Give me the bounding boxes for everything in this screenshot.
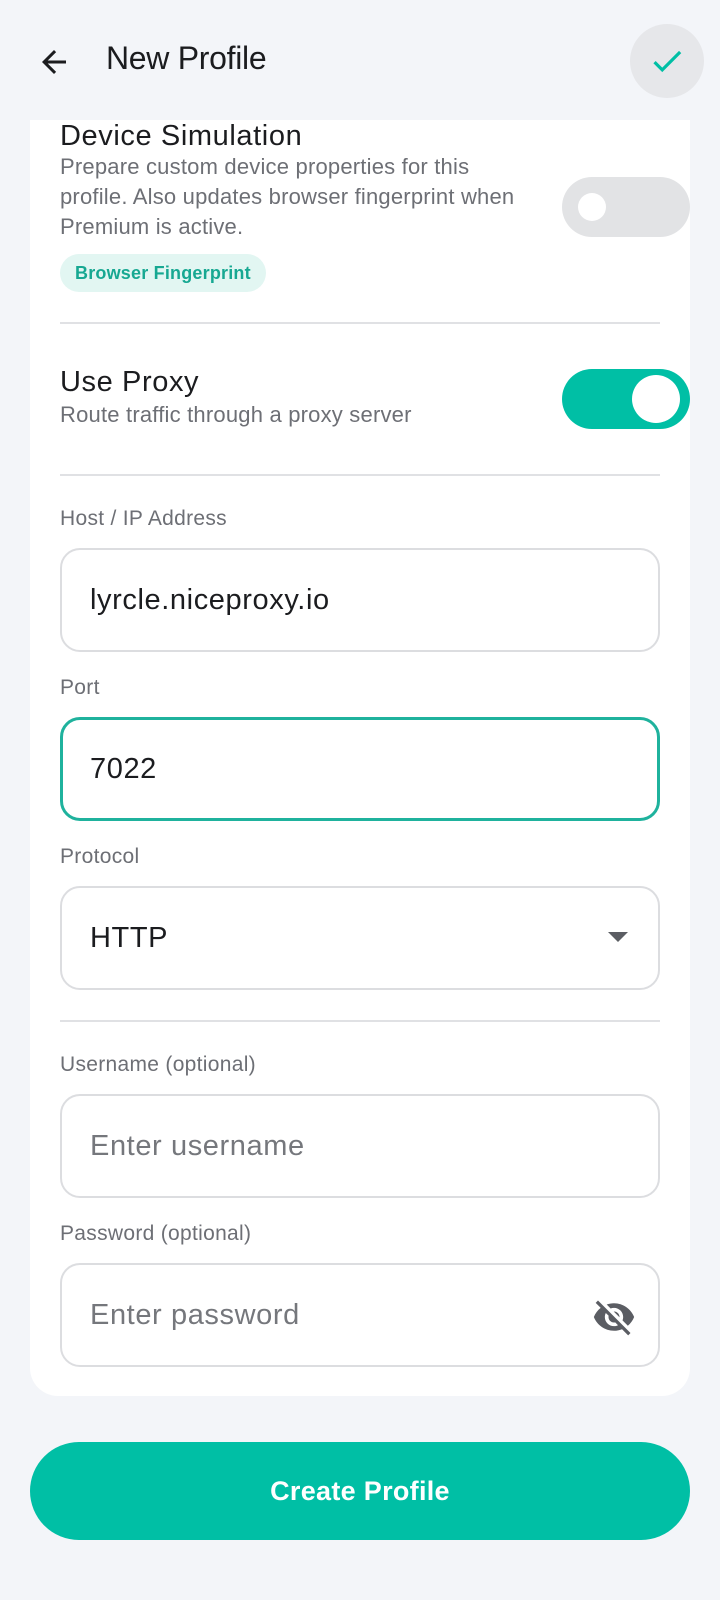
divider <box>60 474 660 476</box>
divider <box>60 1020 660 1022</box>
eye-off-icon <box>593 1300 635 1336</box>
protocol-label: Protocol <box>60 845 140 868</box>
username-field[interactable] <box>60 1094 660 1198</box>
device-simulation-description: Prepare custom device properties for thi… <box>60 152 514 242</box>
create-profile-button[interactable]: Create Profile <box>30 1442 690 1540</box>
device-simulation-title: Device Simulation <box>60 120 303 152</box>
toggle-knob <box>578 193 606 221</box>
password-label: Password (optional) <box>60 1222 252 1245</box>
port-label: Port <box>60 676 100 699</box>
confirm-button[interactable] <box>630 24 704 98</box>
dropdown-arrow-icon <box>608 932 628 942</box>
toggle-knob <box>632 375 680 423</box>
back-button[interactable] <box>28 36 80 88</box>
password-field[interactable] <box>60 1263 660 1367</box>
host-label: Host / IP Address <box>60 507 227 530</box>
description-line: Prepare custom device properties for thi… <box>60 154 470 179</box>
page-title: New Profile <box>106 40 267 76</box>
host-field[interactable] <box>60 548 660 652</box>
browser-fingerprint-chip[interactable]: Browser Fingerprint <box>60 254 266 292</box>
divider <box>60 322 660 324</box>
description-line: profile. Also updates browser fingerprin… <box>60 184 515 209</box>
device-simulation-toggle[interactable] <box>562 177 690 237</box>
port-input[interactable] <box>90 720 570 818</box>
use-proxy-title: Use Proxy <box>60 366 200 398</box>
username-label: Username (optional) <box>60 1053 256 1076</box>
port-field[interactable] <box>60 717 660 821</box>
profile-form-card: Device Simulation Prepare custom device … <box>30 120 690 1396</box>
app-bar: New Profile <box>0 0 720 120</box>
protocol-selected-value: HTTP <box>90 921 169 954</box>
toggle-password-visibility-button[interactable] <box>588 1291 640 1343</box>
arrow-left-icon <box>42 50 66 74</box>
use-proxy-toggle[interactable] <box>562 369 690 429</box>
password-input[interactable] <box>90 1265 570 1365</box>
host-input[interactable] <box>90 550 570 650</box>
protocol-select[interactable]: HTTP <box>60 886 660 990</box>
username-input[interactable] <box>90 1096 570 1196</box>
check-icon <box>653 50 682 73</box>
description-line: Premium is active. <box>60 214 244 239</box>
use-proxy-description: Route traffic through a proxy server <box>60 402 412 427</box>
